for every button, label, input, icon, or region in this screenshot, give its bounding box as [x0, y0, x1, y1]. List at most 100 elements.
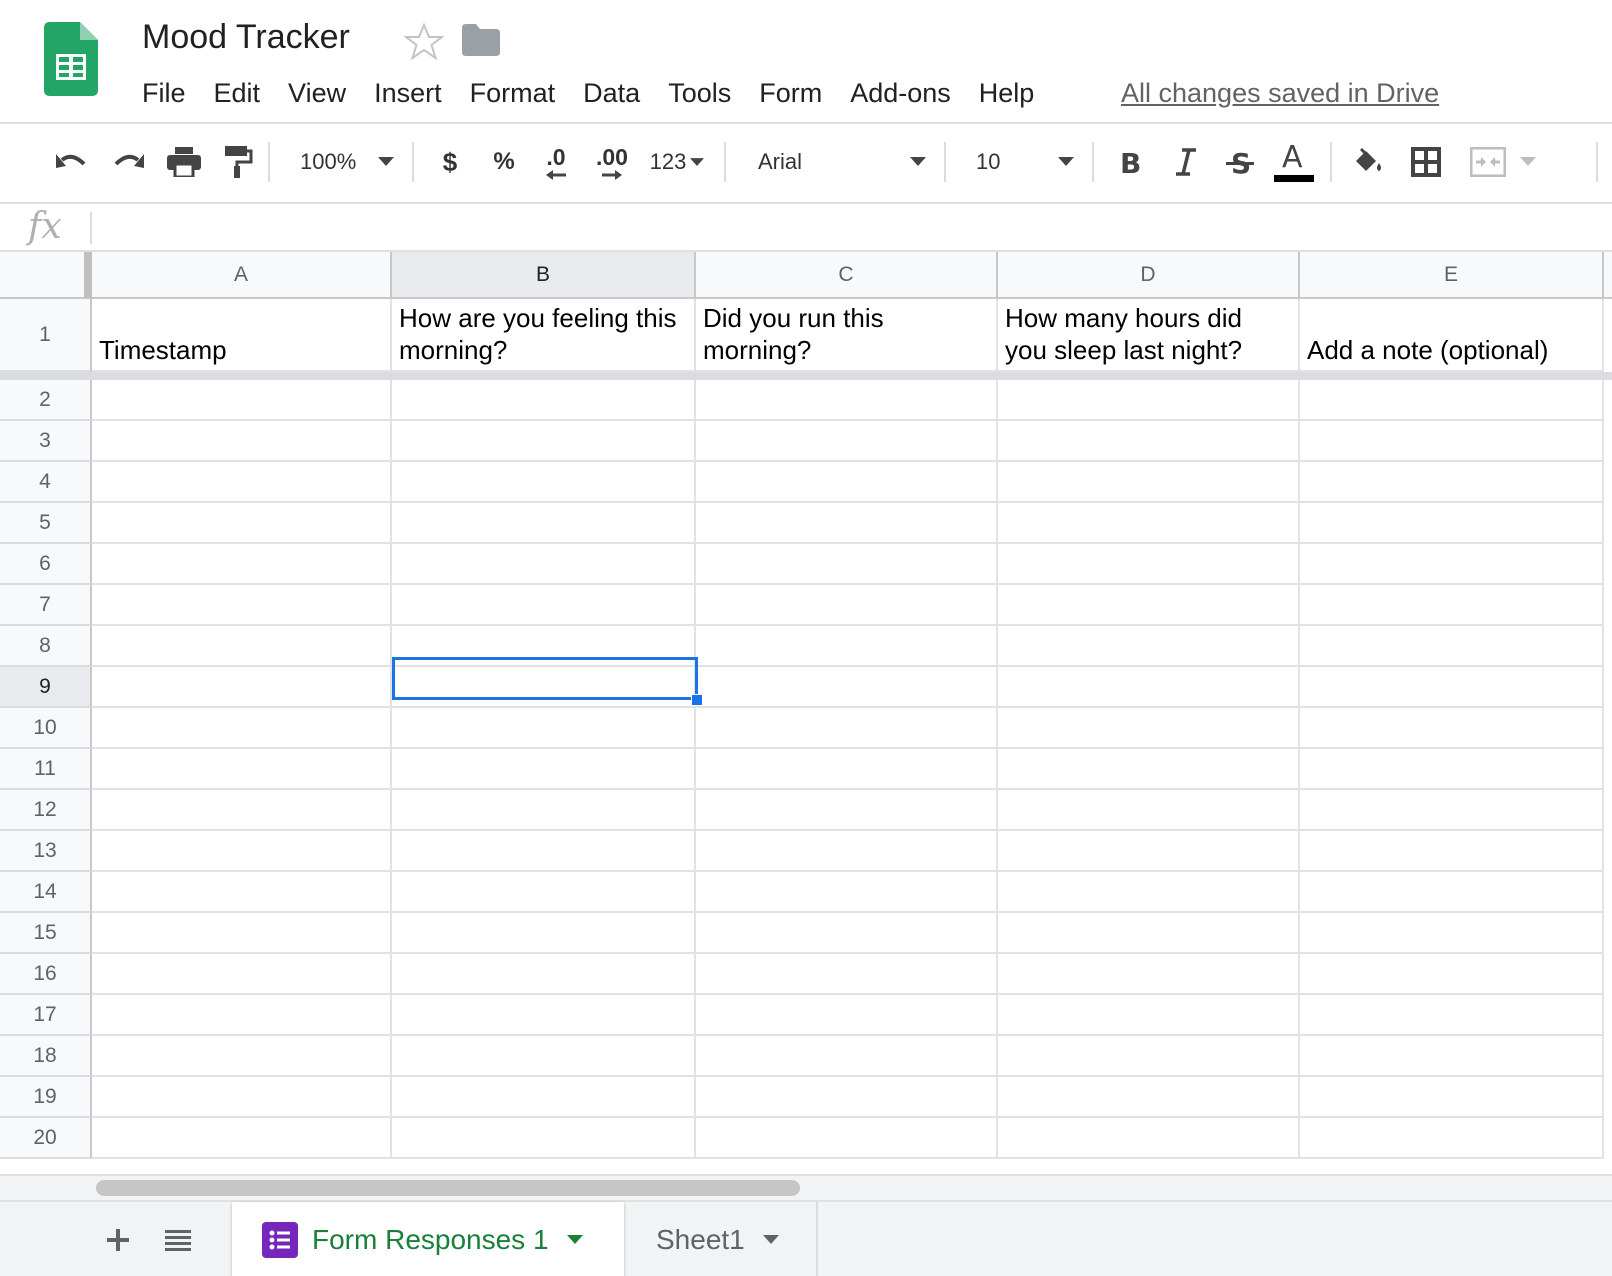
cell-c8[interactable] — [696, 626, 998, 667]
number-format-select[interactable]: 123 — [644, 140, 710, 184]
cell-e15[interactable] — [1300, 913, 1604, 954]
cell-b6[interactable] — [392, 544, 696, 585]
increase-decimal-button[interactable]: .00 — [588, 140, 636, 184]
cell-a9[interactable] — [92, 667, 392, 708]
frozen-row-divider[interactable] — [0, 372, 1612, 380]
cell-a14[interactable] — [92, 872, 392, 913]
cell-d16[interactable] — [998, 954, 1300, 995]
cell-b5[interactable] — [392, 503, 696, 544]
menu-add-ons[interactable]: Add-ons — [850, 74, 951, 112]
cell-b8[interactable] — [392, 626, 696, 667]
cell-b13[interactable] — [392, 831, 696, 872]
column-header-a[interactable]: A — [92, 252, 392, 299]
cell-a1[interactable]: Timestamp — [92, 299, 392, 372]
chevron-down-icon[interactable] — [566, 1235, 583, 1245]
cell-b19[interactable] — [392, 1077, 696, 1118]
cell-c1[interactable]: Did you run this morning? — [696, 299, 998, 372]
cell-a20[interactable] — [92, 1118, 392, 1159]
row-header-7[interactable]: 7 — [0, 585, 92, 626]
row-header-3[interactable]: 3 — [0, 421, 92, 462]
cell-e11[interactable] — [1300, 749, 1604, 790]
cell-d7[interactable] — [998, 585, 1300, 626]
horizontal-scrollbar[interactable] — [92, 1174, 1612, 1200]
menu-format[interactable]: Format — [470, 74, 556, 112]
cell-e7[interactable] — [1300, 585, 1604, 626]
cell-b15[interactable] — [392, 913, 696, 954]
cell-c6[interactable] — [696, 544, 998, 585]
cell-a10[interactable] — [92, 708, 392, 749]
menu-form[interactable]: Form — [759, 74, 822, 112]
cell-c16[interactable] — [696, 954, 998, 995]
save-status-link[interactable]: All changes saved in Drive — [1121, 74, 1439, 112]
cell-a3[interactable] — [92, 421, 392, 462]
undo-button[interactable] — [50, 140, 94, 184]
menu-data[interactable]: Data — [583, 74, 640, 112]
star-icon[interactable] — [404, 22, 444, 62]
cell-a17[interactable] — [92, 995, 392, 1036]
cell-c13[interactable] — [696, 831, 998, 872]
row-header-4[interactable]: 4 — [0, 462, 92, 503]
cell-c10[interactable] — [696, 708, 998, 749]
cell-b2[interactable] — [392, 380, 696, 421]
borders-button[interactable] — [1404, 140, 1448, 184]
cell-b17[interactable] — [392, 995, 696, 1036]
cell-b10[interactable] — [392, 708, 696, 749]
cell-a11[interactable] — [92, 749, 392, 790]
cell-d9[interactable] — [998, 667, 1300, 708]
cell-a18[interactable] — [92, 1036, 392, 1077]
cell-c18[interactable] — [696, 1036, 998, 1077]
cell-e16[interactable] — [1300, 954, 1604, 995]
cell-d10[interactable] — [998, 708, 1300, 749]
cell-d1[interactable]: How many hours did you sleep last night? — [998, 299, 1300, 372]
percent-format-button[interactable]: % — [484, 140, 524, 184]
cell-b3[interactable] — [392, 421, 696, 462]
row-header-9[interactable]: 9 — [0, 667, 92, 708]
cell-d14[interactable] — [998, 872, 1300, 913]
sheets-logo-icon[interactable] — [44, 22, 98, 96]
cell-c2[interactable] — [696, 380, 998, 421]
redo-button[interactable] — [106, 140, 150, 184]
zoom-select[interactable]: 100% — [290, 140, 404, 184]
cell-e19[interactable] — [1300, 1077, 1604, 1118]
horizontal-scrollbar-thumb[interactable] — [96, 1180, 800, 1196]
cell-d3[interactable] — [998, 421, 1300, 462]
cell-e6[interactable] — [1300, 544, 1604, 585]
cell-e20[interactable] — [1300, 1118, 1604, 1159]
row-header-20[interactable]: 20 — [0, 1118, 92, 1159]
cell-e18[interactable] — [1300, 1036, 1604, 1077]
menu-tools[interactable]: Tools — [668, 74, 731, 112]
cell-d15[interactable] — [998, 913, 1300, 954]
row-header-15[interactable]: 15 — [0, 913, 92, 954]
cell-d17[interactable] — [998, 995, 1300, 1036]
paint-format-button[interactable] — [216, 140, 260, 184]
row-header-19[interactable]: 19 — [0, 1077, 92, 1118]
italic-button[interactable] — [1164, 140, 1208, 184]
chevron-down-icon[interactable] — [762, 1235, 779, 1245]
cell-c3[interactable] — [696, 421, 998, 462]
cell-b16[interactable] — [392, 954, 696, 995]
cell-a2[interactable] — [92, 380, 392, 421]
cell-d11[interactable] — [998, 749, 1300, 790]
row-header-12[interactable]: 12 — [0, 790, 92, 831]
strikethrough-button[interactable]: S — [1218, 140, 1262, 184]
cell-e5[interactable] — [1300, 503, 1604, 544]
column-header-d[interactable]: D — [998, 252, 1300, 299]
cell-b9[interactable] — [392, 667, 696, 708]
cell-e4[interactable] — [1300, 462, 1604, 503]
row-header-14[interactable]: 14 — [0, 872, 92, 913]
add-sheet-button[interactable] — [96, 1218, 140, 1262]
cell-d6[interactable] — [998, 544, 1300, 585]
cell-b7[interactable] — [392, 585, 696, 626]
cell-d13[interactable] — [998, 831, 1300, 872]
cell-d2[interactable] — [998, 380, 1300, 421]
sheet-tab-form-responses-1[interactable]: Form Responses 1 — [232, 1202, 624, 1276]
text-color-button[interactable]: A — [1270, 140, 1318, 184]
cell-a19[interactable] — [92, 1077, 392, 1118]
cell-a16[interactable] — [92, 954, 392, 995]
decrease-decimal-button[interactable]: .0 — [534, 140, 578, 184]
fill-color-button[interactable] — [1346, 140, 1390, 184]
bold-button[interactable]: B — [1108, 140, 1152, 184]
cell-c7[interactable] — [696, 585, 998, 626]
cell-b14[interactable] — [392, 872, 696, 913]
menu-insert[interactable]: Insert — [374, 74, 442, 112]
